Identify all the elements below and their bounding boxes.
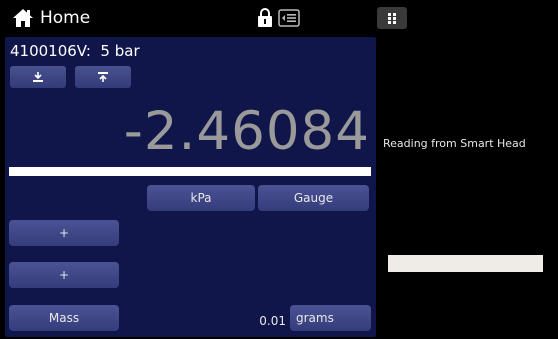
zero-arrow-icon (33, 72, 43, 82)
lock-icon[interactable] (257, 8, 273, 28)
add-button-2[interactable]: + (9, 262, 119, 288)
reading-source-label: Reading from Smart Head (383, 137, 526, 150)
zero-button[interactable] (10, 66, 66, 88)
mass-button[interactable]: Mass (9, 305, 119, 331)
grid-menu-button[interactable] (377, 7, 407, 29)
resolution-value: 0.01 (259, 314, 286, 328)
units-button[interactable]: kPa (147, 185, 255, 211)
home-icon[interactable] (12, 8, 34, 28)
pressure-reading[interactable]: -2.46084 (60, 98, 370, 166)
tare-arrow-icon (98, 72, 108, 82)
display-settings-icon[interactable] (278, 9, 300, 27)
grid-menu-icon (388, 13, 391, 16)
mode-button[interactable]: Gauge (258, 185, 369, 211)
side-indicator-bar (388, 255, 543, 272)
mass-unit-button[interactable]: grams (290, 305, 371, 331)
home-label[interactable]: Home (40, 8, 90, 28)
add-button-1[interactable]: + (9, 220, 119, 246)
reading-bar (9, 167, 371, 176)
tare-button[interactable] (75, 66, 131, 88)
channel-title[interactable]: 4100106V: 5 bar (10, 41, 140, 61)
